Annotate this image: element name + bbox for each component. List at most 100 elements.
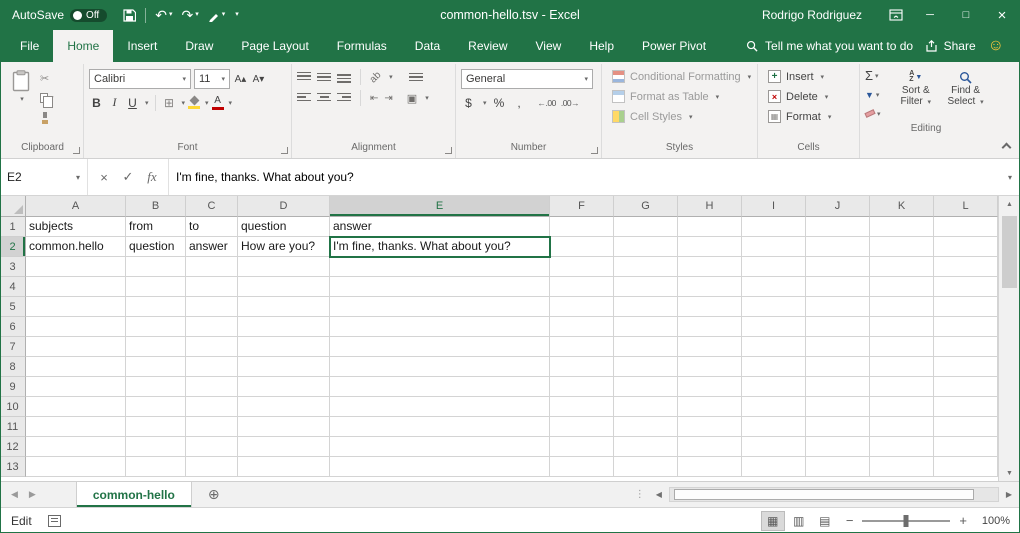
decrease-font-size-button[interactable]: A▾ [251, 71, 266, 88]
row-header-4[interactable]: 4 [0, 277, 26, 297]
tab-splitter-handle[interactable]: ⋮ [635, 489, 645, 500]
cell-I3[interactable] [742, 257, 806, 277]
cell-K4[interactable] [870, 277, 934, 297]
collapse-ribbon-button[interactable] [1002, 143, 1012, 153]
cell-A1[interactable]: subjects [26, 217, 126, 237]
new-sheet-button[interactable]: ⊕ [208, 486, 220, 503]
cell-A7[interactable] [26, 337, 126, 357]
cell-C2[interactable]: answer [186, 237, 238, 257]
cell-F3[interactable] [550, 257, 614, 277]
cell-E13[interactable] [330, 457, 550, 477]
cell-J11[interactable] [806, 417, 870, 437]
cell-K8[interactable] [870, 357, 934, 377]
tab-home[interactable]: Home [53, 30, 113, 62]
zoom-slider[interactable] [862, 520, 950, 522]
cell-C3[interactable] [186, 257, 238, 277]
middle-align-button[interactable] [317, 72, 331, 83]
cell-J13[interactable] [806, 457, 870, 477]
cell-B12[interactable] [126, 437, 186, 457]
cell-K6[interactable] [870, 317, 934, 337]
font-color-button[interactable]: A [212, 96, 224, 110]
increase-decimal-button[interactable]: ←.00 [538, 98, 556, 108]
normal-view-button[interactable]: ▦ [761, 511, 785, 531]
align-right-button[interactable] [337, 93, 351, 104]
cell-D6[interactable] [238, 317, 330, 337]
cell-B5[interactable] [126, 297, 186, 317]
cell-L9[interactable] [934, 377, 998, 397]
cell-B4[interactable] [126, 277, 186, 297]
cell-A6[interactable] [26, 317, 126, 337]
macro-record-icon[interactable] [48, 515, 61, 527]
cell-L6[interactable] [934, 317, 998, 337]
row-header-1[interactable]: 1 [0, 217, 26, 237]
cell-I1[interactable] [742, 217, 806, 237]
underline-button[interactable]: U [125, 94, 140, 111]
cell-J5[interactable] [806, 297, 870, 317]
expand-formula-bar-icon[interactable]: ▾ [1000, 159, 1020, 195]
cell-I10[interactable] [742, 397, 806, 417]
cell-B3[interactable] [126, 257, 186, 277]
cell-A13[interactable] [26, 457, 126, 477]
cell-G4[interactable] [614, 277, 678, 297]
delete-cells-button[interactable]: × Delete ▾ [763, 87, 854, 106]
cell-H13[interactable] [678, 457, 742, 477]
cell-K1[interactable] [870, 217, 934, 237]
format-as-table-button[interactable]: Format as Table ▾ [607, 87, 752, 106]
increase-font-size-button[interactable]: A▴ [233, 71, 248, 88]
cell-H2[interactable] [678, 237, 742, 257]
cell-C9[interactable] [186, 377, 238, 397]
cell-F9[interactable] [550, 377, 614, 397]
cell-G12[interactable] [614, 437, 678, 457]
cell-F5[interactable] [550, 297, 614, 317]
cell-H12[interactable] [678, 437, 742, 457]
cell-H11[interactable] [678, 417, 742, 437]
clipboard-dialog-launcher[interactable] [73, 147, 80, 154]
cell-J10[interactable] [806, 397, 870, 417]
merge-center-button[interactable]: ▣ [407, 92, 417, 105]
cell-G13[interactable] [614, 457, 678, 477]
tab-file[interactable]: File [6, 30, 53, 62]
cell-A8[interactable] [26, 357, 126, 377]
cell-I8[interactable] [742, 357, 806, 377]
column-header-G[interactable]: G [614, 196, 678, 217]
cell-J1[interactable] [806, 217, 870, 237]
cell-G1[interactable] [614, 217, 678, 237]
cell-C8[interactable] [186, 357, 238, 377]
cell-L11[interactable] [934, 417, 998, 437]
cell-C7[interactable] [186, 337, 238, 357]
minimize-button[interactable]: ─ [912, 0, 948, 30]
cell-D12[interactable] [238, 437, 330, 457]
cell-A12[interactable] [26, 437, 126, 457]
column-header-C[interactable]: C [186, 196, 238, 217]
cell-C4[interactable] [186, 277, 238, 297]
sheet-nav-next-button[interactable]: ▶ [29, 489, 36, 500]
cell-K5[interactable] [870, 297, 934, 317]
cell-H7[interactable] [678, 337, 742, 357]
cell-I13[interactable] [742, 457, 806, 477]
row-header-12[interactable]: 12 [0, 437, 26, 457]
scroll-down-button[interactable]: ▼ [999, 465, 1020, 481]
cell-K10[interactable] [870, 397, 934, 417]
cell-F13[interactable] [550, 457, 614, 477]
cell-G7[interactable] [614, 337, 678, 357]
cell-styles-button[interactable]: Cell Styles ▾ [607, 107, 752, 126]
cell-K2[interactable] [870, 237, 934, 257]
cell-L10[interactable] [934, 397, 998, 417]
cell-C5[interactable] [186, 297, 238, 317]
insert-function-button[interactable]: fx [140, 169, 164, 185]
cell-L7[interactable] [934, 337, 998, 357]
cell-K11[interactable] [870, 417, 934, 437]
fill-color-button[interactable] [188, 97, 200, 109]
zoom-slider-thumb[interactable] [904, 515, 909, 527]
column-header-A[interactable]: A [26, 196, 126, 217]
cell-H8[interactable] [678, 357, 742, 377]
column-header-H[interactable]: H [678, 196, 742, 217]
cell-H9[interactable] [678, 377, 742, 397]
format-cells-button[interactable]: ▦ Format ▾ [763, 107, 854, 126]
sort-filter-button[interactable]: AZ▼ Sort & Filter ▾ [892, 67, 939, 122]
paste-button[interactable]: ▾ [7, 68, 35, 141]
format-painter-button[interactable] [40, 110, 54, 126]
row-header-13[interactable]: 13 [0, 457, 26, 477]
percent-style-button[interactable]: % [492, 94, 507, 111]
cell-B7[interactable] [126, 337, 186, 357]
